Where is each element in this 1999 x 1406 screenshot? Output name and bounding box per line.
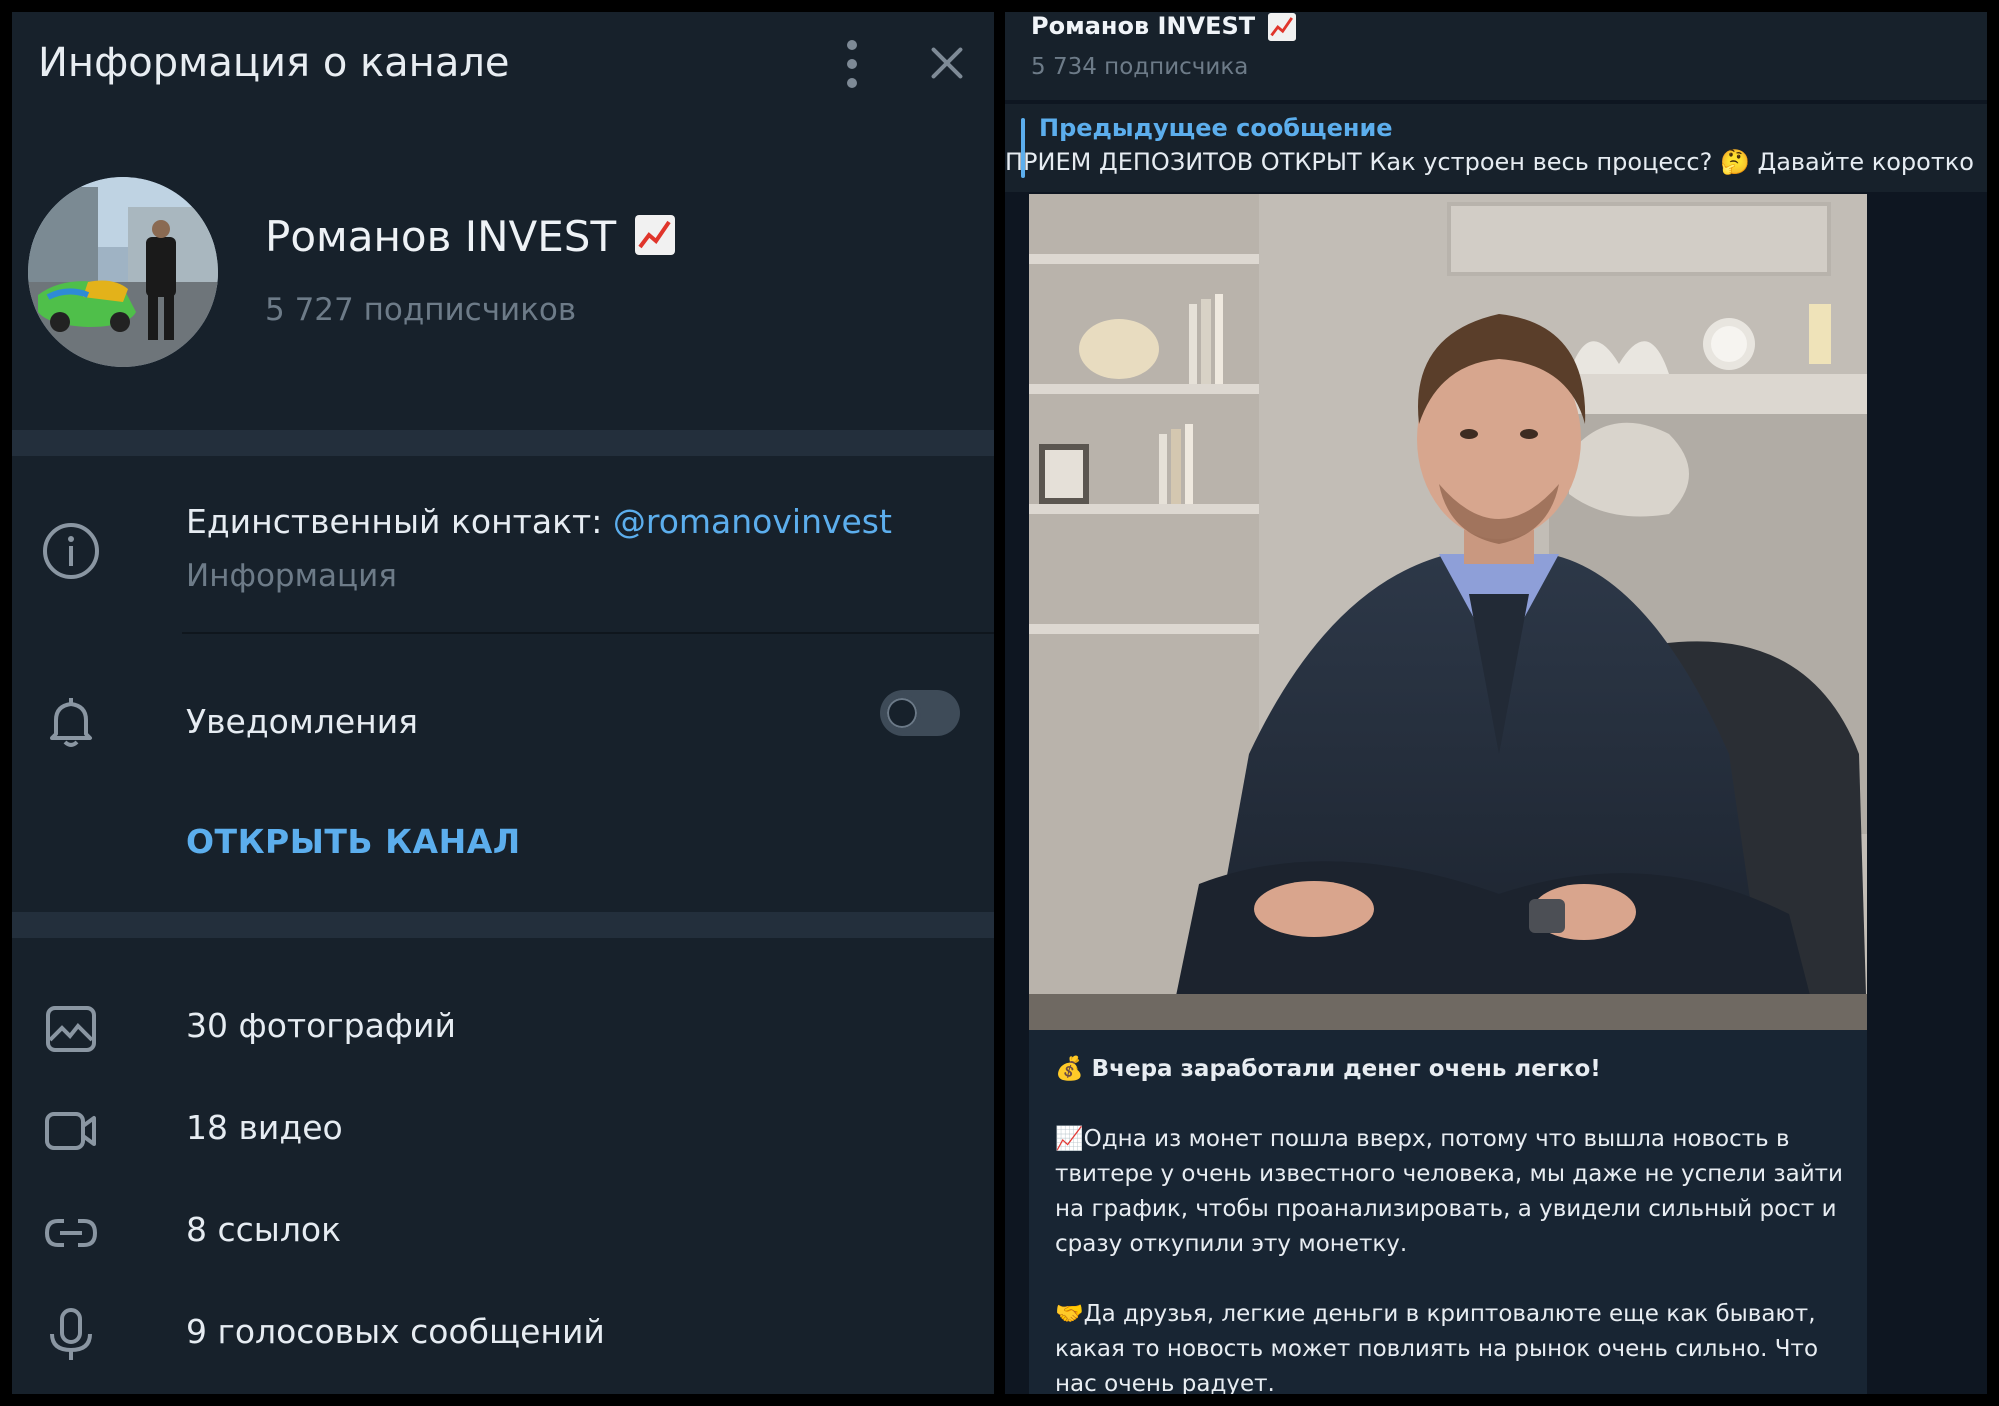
- contact-link[interactable]: @romanovinvest: [613, 502, 892, 541]
- photo-icon: [38, 996, 104, 1062]
- video-icon: [38, 1098, 104, 1164]
- notifications-toggle[interactable]: [880, 690, 960, 736]
- panel-title: Информация о канале: [38, 40, 510, 86]
- section-divider: [12, 912, 994, 938]
- contact-prefix: Единственный контакт:: [186, 502, 613, 541]
- message-paragraph-3: 🤝Да друзья, легкие деньги в криптовалюте…: [1055, 1301, 1819, 1394]
- message-bubble: 💰 Вчера заработали денег очень легко! 📈О…: [1029, 194, 1867, 1394]
- channel-avatar[interactable]: [28, 177, 218, 367]
- panel-header: Информация о канале: [12, 12, 994, 112]
- chat-header[interactable]: Романов INVEST 5 734 подписчика: [1005, 12, 1987, 100]
- pinned-message-bar[interactable]: Предыдущее сообщение ПРИЕМ ДЕПОЗИТОВ ОТК…: [1005, 104, 1987, 192]
- chat-channel-name-text: Романов INVEST: [1031, 12, 1256, 40]
- message-line-1: 💰 Вчера заработали денег очень легко!: [1055, 1056, 1601, 1082]
- section-divider: [12, 430, 994, 456]
- subscriber-count: 5 727 подписчиков: [265, 292, 577, 328]
- chat-panel: Романов INVEST 5 734 подписчика Предыдущ…: [1005, 12, 1987, 1394]
- channel-info-panel: Информация о канале Романов INVEST 5 727…: [12, 12, 994, 1394]
- info-label: Информация: [186, 558, 397, 594]
- open-channel-button[interactable]: ОТКРЫТЬ КАНАЛ: [186, 822, 521, 861]
- chart-up-icon: [635, 214, 676, 265]
- media-videos[interactable]: 18 видео: [186, 1108, 343, 1147]
- contact-row: Единственный контакт: @romanovinvest: [186, 502, 892, 541]
- channel-name-text: Романов INVEST: [265, 212, 617, 261]
- microphone-icon: [38, 1302, 104, 1368]
- chart-up-icon: [1267, 13, 1296, 41]
- pinned-title: Предыдущее сообщение: [1039, 114, 1393, 142]
- close-icon[interactable]: [922, 38, 972, 88]
- more-menu-icon[interactable]: [832, 34, 872, 94]
- link-icon: [38, 1200, 104, 1266]
- media-photos[interactable]: 30 фотографий: [186, 1006, 456, 1045]
- media-voice[interactable]: 9 голосовых сообщений: [186, 1312, 605, 1351]
- toggle-knob: [883, 694, 921, 732]
- notifications-label: Уведомления: [186, 702, 419, 741]
- chat-subscriber-count: 5 734 подписчика: [1031, 54, 1249, 80]
- bell-icon: [38, 690, 104, 756]
- channel-name: Романов INVEST: [265, 212, 676, 265]
- row-divider: [182, 632, 994, 634]
- pinned-text: ПРИЕМ ДЕПОЗИТОВ ОТКРЫТ Как устроен весь …: [1005, 148, 1974, 176]
- message-photo[interactable]: [1029, 194, 1867, 1030]
- chat-channel-name: Романов INVEST: [1031, 12, 1296, 41]
- message-paragraph-2: 📈Одна из монет пошла вверх, потому что в…: [1055, 1126, 1843, 1257]
- media-links[interactable]: 8 ссылок: [186, 1210, 341, 1249]
- info-icon: [38, 518, 104, 584]
- message-text: 💰 Вчера заработали денег очень легко! 📈О…: [1055, 1052, 1855, 1394]
